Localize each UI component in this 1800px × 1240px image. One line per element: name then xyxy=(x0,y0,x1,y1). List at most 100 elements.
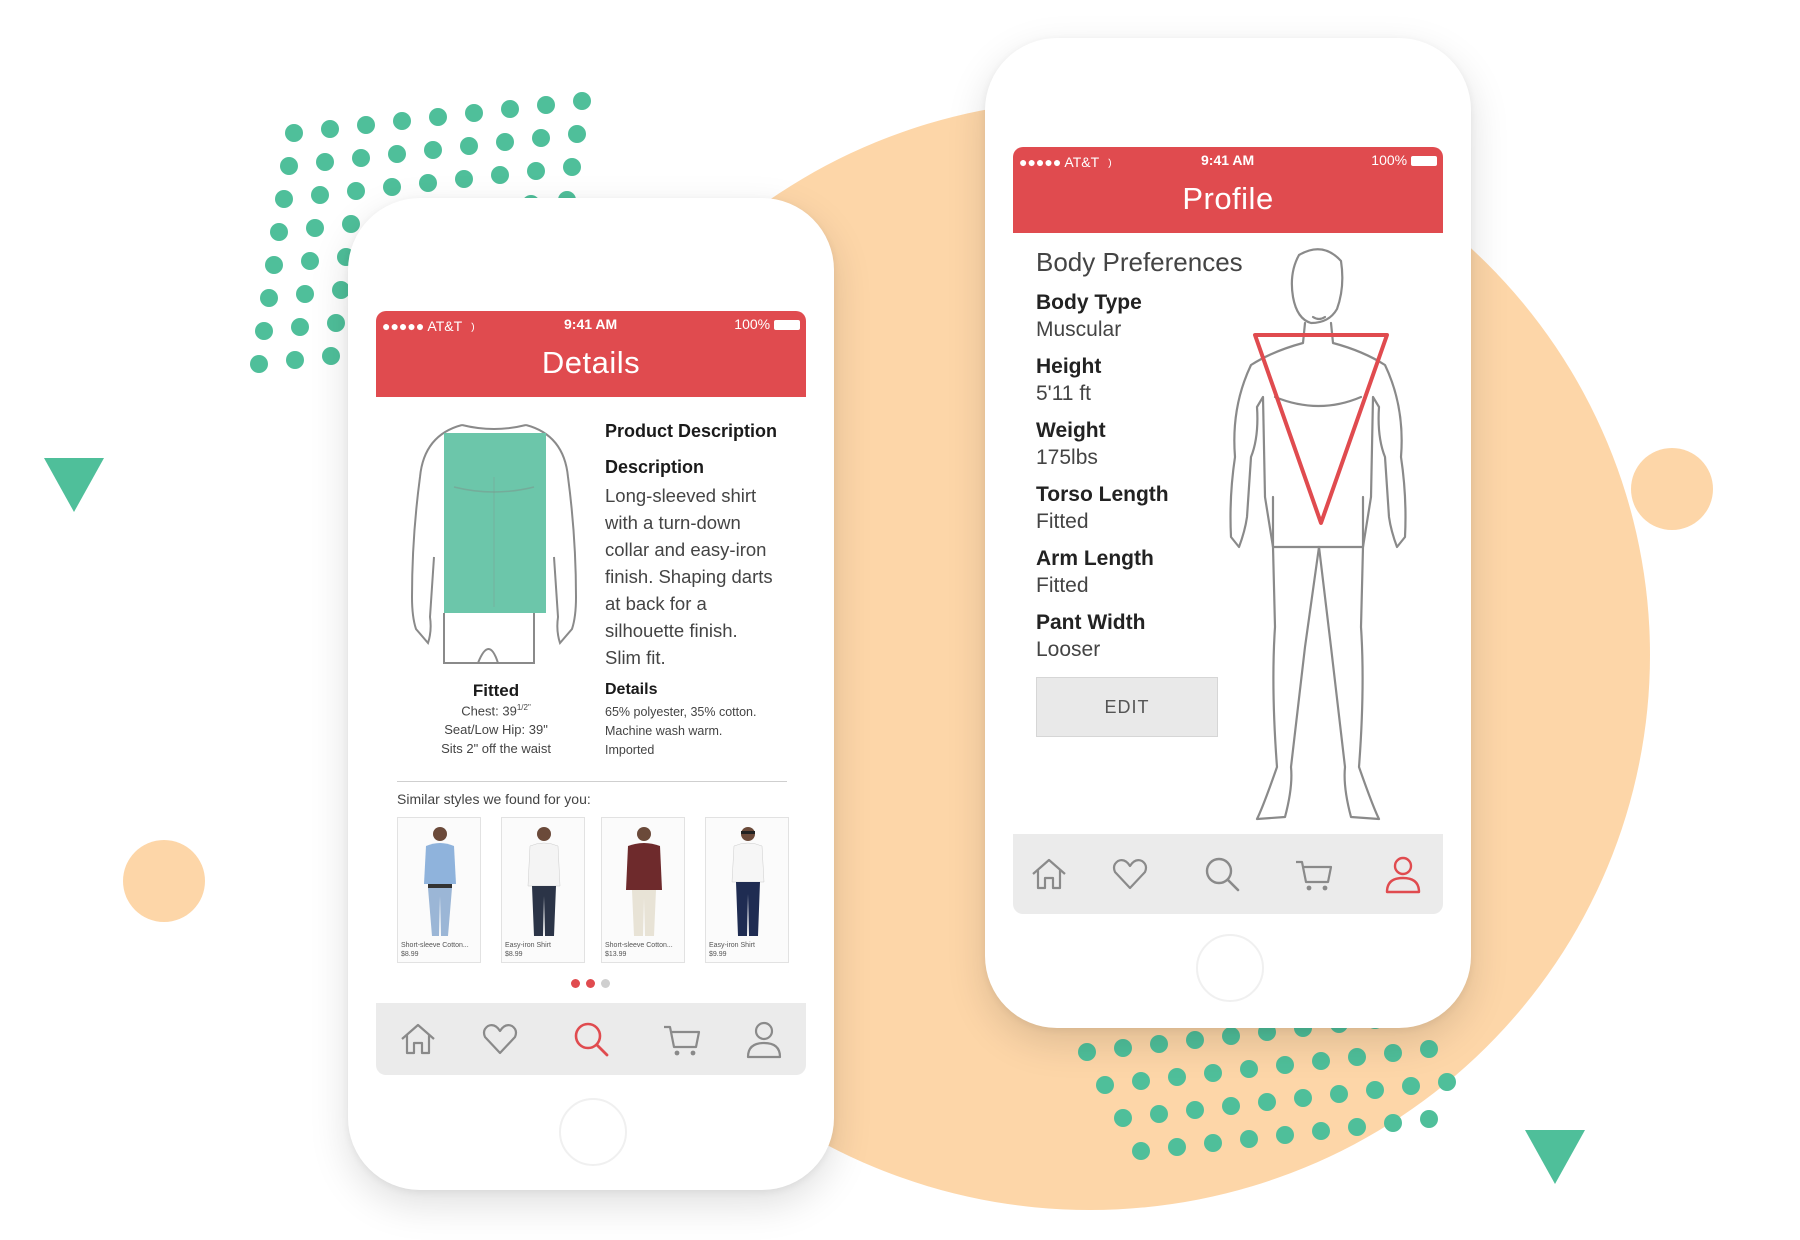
decorative-dot xyxy=(496,133,514,151)
home-icon[interactable] xyxy=(1027,852,1071,896)
decorative-dot xyxy=(388,145,406,163)
decorative-dot xyxy=(1240,1060,1258,1078)
user-icon[interactable] xyxy=(1381,852,1425,896)
teal-triangle-right xyxy=(1525,1130,1585,1184)
decorative-dot xyxy=(455,170,473,188)
edit-button[interactable]: EDIT xyxy=(1036,677,1218,737)
decorative-dot xyxy=(1420,1040,1438,1058)
details-text: 65% polyester, 35% cotton. Machine wash … xyxy=(605,705,757,757)
search-icon[interactable] xyxy=(1200,852,1244,896)
body-preferences-heading: Body Preferences xyxy=(1036,247,1243,277)
tab-bar xyxy=(1013,834,1443,914)
decorative-dot xyxy=(306,219,324,237)
decorative-dot xyxy=(275,190,293,208)
details-header: ●●●●● AT&T ﹚ 9:41 AM 100% Details xyxy=(376,311,806,397)
decorative-dot xyxy=(1222,1097,1240,1115)
search-icon[interactable] xyxy=(569,1017,613,1061)
carousel-page-dots[interactable] xyxy=(571,979,613,989)
decorative-dot xyxy=(1366,1081,1384,1099)
model-photo xyxy=(527,827,561,936)
field-value-weight: 175lbs xyxy=(1036,446,1098,469)
field-label-height: Height xyxy=(1036,355,1102,378)
page-dot[interactable] xyxy=(571,979,580,988)
decorative-dot xyxy=(260,289,278,307)
decorative-dot xyxy=(1276,1126,1294,1144)
description-text: Long-sleeved shirt with a turn-down coll… xyxy=(605,485,773,668)
model-photo xyxy=(424,827,456,936)
fit-seat: Seat/Low Hip: 39" xyxy=(444,722,548,737)
field-label-weight: Weight xyxy=(1036,419,1106,442)
decorative-dot xyxy=(1276,1056,1294,1074)
decorative-dot xyxy=(1204,1134,1222,1152)
similar-item[interactable]: Easy-iron Shirt $9.99 xyxy=(705,817,789,963)
peach-dot-right xyxy=(1631,448,1713,530)
field-label-arm-length: Arm Length xyxy=(1036,547,1154,570)
decorative-dot xyxy=(1168,1068,1186,1086)
decorative-dot xyxy=(1150,1035,1168,1053)
field-value-height: 5'11 ft xyxy=(1036,382,1091,405)
decorative-dot xyxy=(347,182,365,200)
field-label-body-type: Body Type xyxy=(1036,291,1142,314)
home-button[interactable] xyxy=(559,1098,627,1166)
decorative-dot xyxy=(424,141,442,159)
decorative-dot xyxy=(1312,1052,1330,1070)
home-icon[interactable] xyxy=(396,1017,440,1061)
phone-details: ●●●●● AT&T ﹚ 9:41 AM 100% Details Fitted… xyxy=(348,198,834,1190)
decorative-dot xyxy=(1186,1031,1204,1049)
decorative-dot xyxy=(301,252,319,270)
decorative-dot xyxy=(1078,1043,1096,1061)
fit-chest: Chest: 391/2" xyxy=(461,703,531,719)
page-title: Profile xyxy=(1182,181,1274,216)
decorative-dot xyxy=(1330,1085,1348,1103)
description-heading: Description xyxy=(605,457,705,477)
decorative-dot xyxy=(327,314,345,332)
decorative-dot xyxy=(393,112,411,130)
profile-header: ●●●●● AT&T ﹚ 9:41 AM 100% Profile xyxy=(1013,147,1443,233)
user-icon[interactable] xyxy=(742,1017,786,1061)
field-label-pant-width: Pant Width xyxy=(1036,611,1146,634)
tab-bar xyxy=(376,1003,806,1075)
decorative-dot xyxy=(1420,1110,1438,1128)
decorative-dot xyxy=(342,215,360,233)
decorative-dot xyxy=(286,351,304,369)
decorative-dot xyxy=(291,318,309,336)
details-heading: Details xyxy=(605,681,658,698)
status-battery: 100% xyxy=(734,316,800,332)
cart-icon[interactable] xyxy=(660,1017,704,1061)
decorative-dot xyxy=(1222,1027,1240,1045)
page-dot[interactable] xyxy=(601,979,610,988)
page-dot[interactable] xyxy=(586,979,595,988)
status-bar: ●●●●● AT&T ﹚ 9:41 AM 100% xyxy=(1013,147,1443,173)
decorative-dot xyxy=(255,322,273,340)
similar-item[interactable]: Easy-iron Shirt $8.99 xyxy=(501,817,585,963)
field-value-pant-width: Looser xyxy=(1036,638,1101,661)
decorative-dot xyxy=(491,166,509,184)
decorative-dot xyxy=(352,149,370,167)
cart-icon[interactable] xyxy=(1292,852,1336,896)
status-bar: ●●●●● AT&T ﹚ 9:41 AM 100% xyxy=(376,311,806,337)
decorative-dot xyxy=(465,104,483,122)
similar-item[interactable]: Short-sleeve Cotton... $13.99 xyxy=(601,817,685,963)
decorative-dot xyxy=(316,153,334,171)
decorative-dot xyxy=(280,157,298,175)
decorative-dot xyxy=(311,186,329,204)
similar-styles-carousel: Short-sleeve Cotton... $8.99 Easy-iron Sh… xyxy=(397,817,789,963)
status-time: 9:41 AM xyxy=(564,316,618,332)
home-button[interactable] xyxy=(1196,934,1264,1002)
fit-label: Fitted xyxy=(472,681,520,700)
status-time: 9:41 AM xyxy=(1201,152,1255,168)
decorative-dot xyxy=(1384,1044,1402,1062)
decorative-dot xyxy=(1150,1105,1168,1123)
decorative-dot xyxy=(265,256,283,274)
page-title: Details xyxy=(541,345,641,380)
signal-carrier: ●●●●● AT&T ﹚ xyxy=(382,318,480,334)
heart-icon[interactable] xyxy=(1108,852,1152,896)
decorative-dot xyxy=(250,355,268,373)
decorative-dot xyxy=(563,158,581,176)
field-value-body-type: Muscular xyxy=(1036,318,1122,341)
decorative-dot xyxy=(270,223,288,241)
decorative-dot xyxy=(321,120,339,138)
similar-item[interactable]: Short-sleeve Cotton... $8.99 xyxy=(397,817,481,963)
decorative-dot xyxy=(527,162,545,180)
heart-icon[interactable] xyxy=(478,1017,522,1061)
